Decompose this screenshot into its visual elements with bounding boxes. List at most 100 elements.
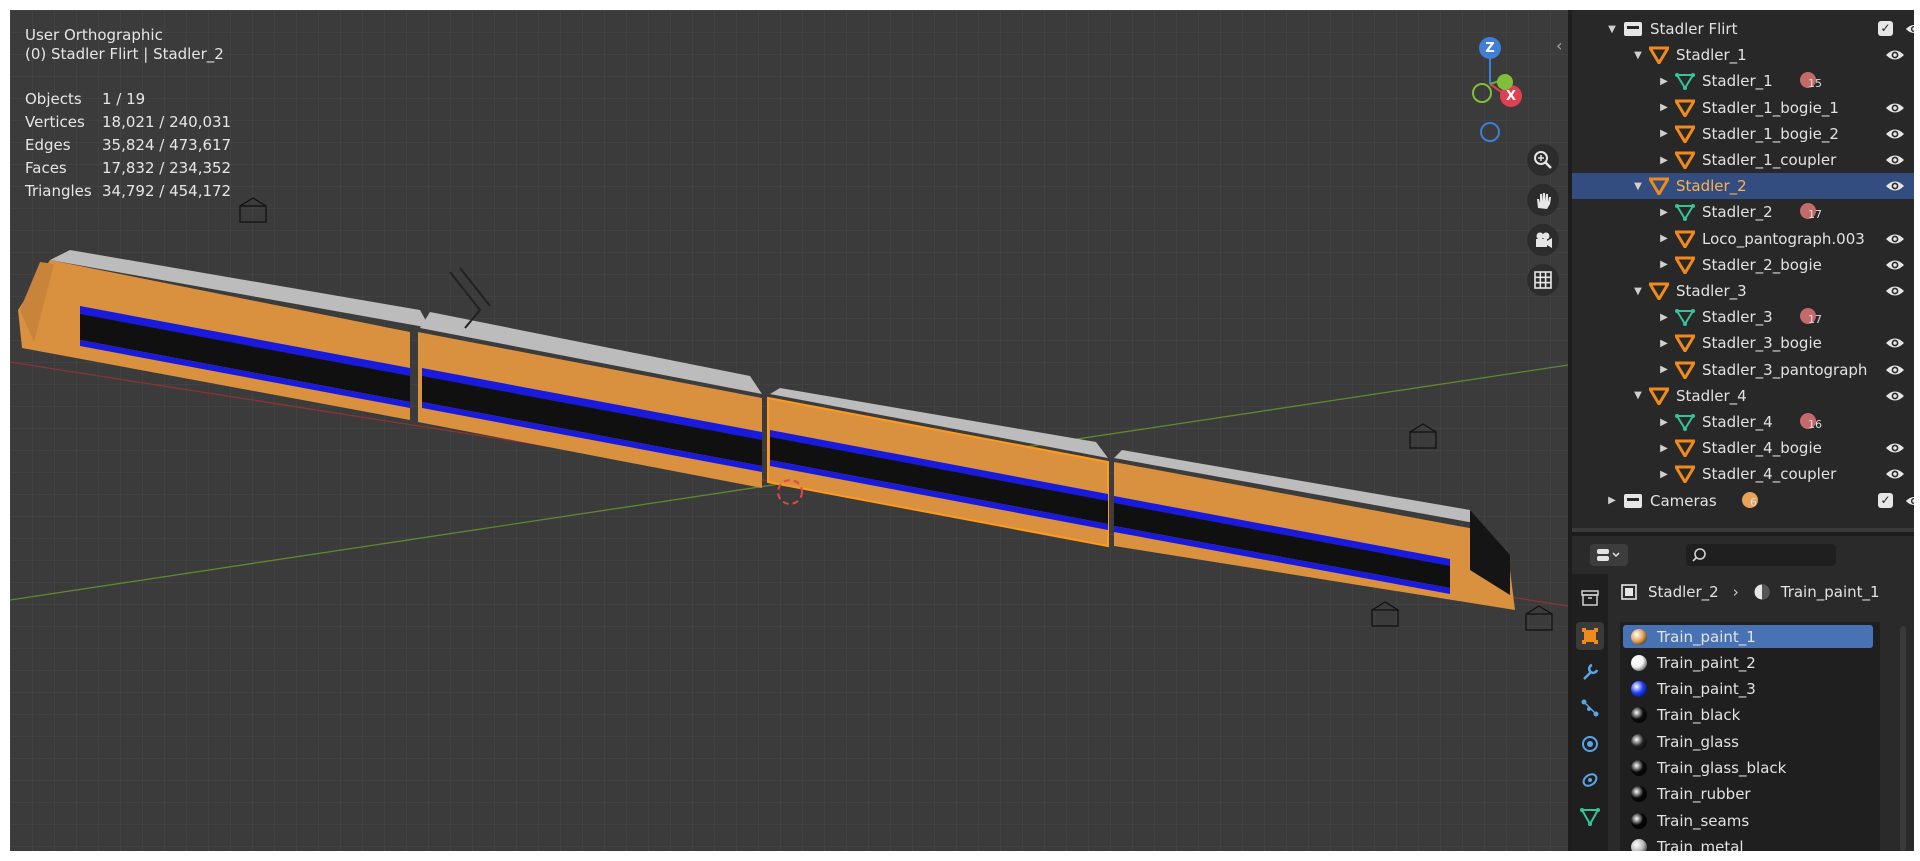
outliner-row[interactable]: ▶ Stadler_1_bogie_2	[1572, 121, 1914, 147]
tab-particles[interactable]	[1576, 694, 1604, 722]
expand-right-icon[interactable]: ▶	[1658, 233, 1670, 244]
expand-down-icon[interactable]: ▼	[1632, 50, 1644, 61]
eye-icon[interactable]	[1905, 21, 1914, 37]
eye-icon[interactable]	[1885, 361, 1905, 379]
expand-right-icon[interactable]: ▶	[1658, 155, 1670, 166]
expand-right-icon[interactable]: ▶	[1658, 102, 1670, 113]
exclude-checkbox[interactable]: ✓	[1878, 21, 1893, 36]
expand-down-icon[interactable]: ▼	[1632, 390, 1644, 401]
eye-icon[interactable]	[1885, 125, 1905, 143]
tab-object[interactable]	[1576, 622, 1604, 650]
outliner-row[interactable]: ▶ Stadler_3_bogie	[1572, 330, 1914, 356]
gizmo-z-axis[interactable]: Z	[1479, 37, 1501, 59]
expand-down-icon[interactable]: ▼	[1632, 181, 1644, 192]
material-slot[interactable]: Train_glass_black	[1623, 757, 1873, 780]
material-slot[interactable]: Train_paint_3	[1623, 678, 1873, 701]
eye-icon[interactable]	[1885, 230, 1905, 248]
expand-right-icon[interactable]: ▶	[1658, 443, 1670, 454]
grid-icon[interactable]	[1527, 264, 1559, 296]
material-slot[interactable]: Train_metal	[1623, 835, 1873, 851]
eye-icon[interactable]	[1885, 256, 1905, 274]
stat-row: Triangles 34,792 / 454,172	[25, 180, 231, 203]
tab-constraints[interactable]	[1576, 766, 1604, 794]
outliner-row[interactable]: ▼ Stadler_2	[1572, 173, 1914, 200]
stat-value: 18,021 / 240,031	[102, 112, 232, 131]
collapse-arrow-icon[interactable]: ‹	[1556, 36, 1562, 55]
eye-icon[interactable]	[1885, 334, 1905, 352]
material-slot-list[interactable]: Train_paint_1 Train_paint_2 Train_paint_3 T…	[1620, 622, 1880, 851]
material-slot[interactable]: Train_glass	[1623, 730, 1873, 753]
outliner-row[interactable]: ▶ Loco_pantograph.003	[1572, 226, 1914, 252]
outliner-scrollbar[interactable]	[1572, 528, 1914, 532]
expand-right-icon[interactable]: ▶	[1658, 259, 1670, 270]
eye-icon[interactable]	[1885, 465, 1905, 483]
material-slot[interactable]: Train_seams	[1623, 809, 1873, 832]
constraint-icon	[1582, 773, 1598, 787]
eye-icon[interactable]	[1885, 282, 1905, 300]
eye-icon[interactable]	[1885, 387, 1905, 405]
exclude-checkbox[interactable]: ✓	[1878, 492, 1893, 508]
properties-search-input[interactable]	[1686, 544, 1836, 566]
eye-icon[interactable]	[1885, 99, 1905, 117]
outliner-row[interactable]: ▼ Stadler_4	[1572, 383, 1914, 409]
editor-type-dropdown[interactable]	[1590, 544, 1628, 566]
tab-modifiers[interactable]	[1576, 658, 1604, 686]
outliner-label: Stadler_1_bogie_1	[1702, 98, 1839, 117]
navigation-gizmo[interactable]: Z X	[1450, 28, 1530, 142]
expand-right-icon[interactable]: ▶	[1658, 338, 1670, 349]
stat-row: Vertices 18,021 / 240,031	[25, 110, 231, 133]
material-slot[interactable]: Train_paint_2	[1623, 651, 1873, 674]
outliner-row[interactable]: ▶ Stadler_4 16	[1572, 409, 1914, 435]
camera-icon[interactable]	[1527, 224, 1559, 256]
pan-hand-icon[interactable]	[1527, 184, 1559, 216]
3d-viewport[interactable]: User Orthographic (0) Stadler Flirt | St…	[10, 10, 1568, 851]
outliner-label: Stadler_4_coupler	[1702, 465, 1837, 484]
outliner-row[interactable]: ▶ Stadler_1_coupler	[1572, 147, 1914, 173]
outliner-row[interactable]: ▶ Stadler_3_pantograph	[1572, 357, 1914, 383]
outliner-row[interactable]: ▼ Stadler_1	[1572, 42, 1914, 68]
object-square-icon	[1582, 628, 1598, 644]
expand-right-icon[interactable]: ▶	[1606, 495, 1618, 506]
material-slot[interactable]: Train_black	[1623, 704, 1873, 727]
properties-scrollbar[interactable]	[1900, 626, 1906, 851]
object-icon	[1674, 124, 1696, 144]
outliner-row[interactable]: ▶ Cameras 6 ✓	[1572, 488, 1914, 514]
gizmo-y-axis[interactable]	[1497, 74, 1513, 90]
outliner-row[interactable]: ▼ Stadler Flirt ✓	[1572, 16, 1914, 42]
expand-right-icon[interactable]: ▶	[1658, 128, 1670, 139]
expand-right-icon[interactable]: ▶	[1658, 417, 1670, 428]
expand-right-icon[interactable]: ▶	[1658, 469, 1670, 480]
eye-icon[interactable]	[1885, 439, 1905, 457]
outliner-row[interactable]: ▶ Stadler_4_bogie	[1572, 435, 1914, 461]
expand-right-icon[interactable]: ▶	[1658, 312, 1670, 323]
gizmo-neg-y-axis[interactable]	[1472, 83, 1492, 103]
outliner-row[interactable]: ▶ Stadler_1_bogie_1	[1572, 95, 1914, 121]
eye-icon[interactable]	[1885, 151, 1905, 169]
properties-panel: Stadler_2 › Train_paint_1 Train_paint_1 T…	[1572, 536, 1914, 851]
outliner-row[interactable]: ▶ Stadler_2_bogie	[1572, 252, 1914, 278]
expand-right-icon[interactable]: ▶	[1658, 207, 1670, 218]
expand-down-icon[interactable]: ▼	[1632, 286, 1644, 297]
outliner-row[interactable]: ▼ Stadler_3	[1572, 278, 1914, 304]
tab-physics[interactable]	[1576, 730, 1604, 758]
material-slot[interactable]: Train_rubber	[1623, 783, 1873, 806]
gizmo-neg-z-axis[interactable]	[1480, 122, 1500, 142]
expand-right-icon[interactable]: ▶	[1658, 76, 1670, 87]
outliner-row[interactable]: ▶ Stadler_1 15	[1572, 68, 1914, 94]
expand-down-icon[interactable]: ▼	[1606, 24, 1618, 35]
tab-scene-collection[interactable]	[1576, 584, 1604, 612]
eye-icon[interactable]	[1905, 492, 1914, 508]
material-sphere-icon	[1631, 760, 1647, 776]
outliner-label: Stadler_3_pantograph	[1702, 360, 1868, 379]
stat-label: Objects	[25, 89, 82, 108]
outliner-row[interactable]: ▶ Stadler_2 17	[1572, 199, 1914, 225]
material-slot[interactable]: Train_paint_1	[1623, 625, 1873, 648]
outliner-row[interactable]: ▶ Stadler_4_coupler	[1572, 461, 1914, 487]
expand-right-icon[interactable]: ▶	[1658, 364, 1670, 375]
eye-icon[interactable]	[1885, 46, 1905, 64]
eye-icon[interactable]	[1885, 177, 1905, 195]
outliner-row[interactable]: ▶ Stadler_3 17	[1572, 304, 1914, 330]
tab-mesh-data[interactable]	[1576, 802, 1604, 830]
zoom-icon[interactable]	[1527, 144, 1559, 176]
material-name: Train_rubber	[1657, 785, 1751, 804]
